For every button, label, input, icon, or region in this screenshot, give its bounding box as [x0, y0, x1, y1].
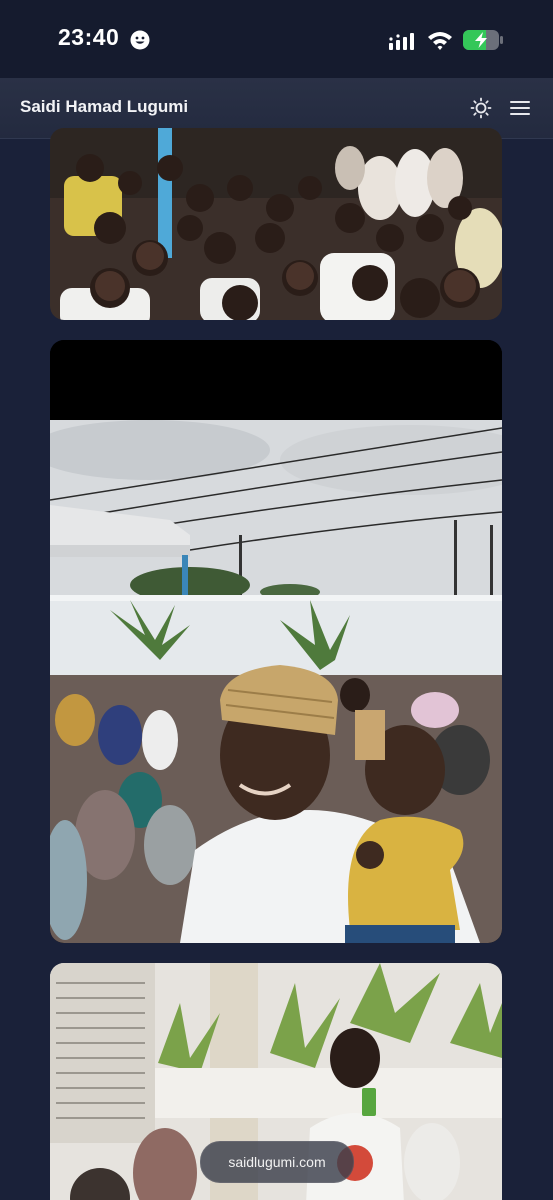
phone-screen: 23:40 Saidi Hamad Lugumi saidlugumi.com [0, 0, 553, 1200]
url-text: saidlugumi.com [228, 1154, 326, 1170]
signal-icon [389, 33, 414, 50]
menu-icon[interactable] [509, 98, 531, 118]
battery-charging-icon [463, 30, 503, 50]
status-time: 23:40 [58, 24, 120, 50]
url-bar[interactable]: saidlugumi.com [200, 1141, 354, 1183]
sun-icon[interactable] [470, 97, 492, 119]
wifi-icon [428, 32, 452, 50]
status-bar: 23:40 [0, 0, 553, 78]
smiley-icon [130, 30, 150, 50]
photo-man-holding-child[interactable] [50, 340, 502, 943]
photo-crowd-children[interactable] [50, 128, 502, 320]
site-title[interactable]: Saidi Hamad Lugumi [20, 97, 188, 117]
